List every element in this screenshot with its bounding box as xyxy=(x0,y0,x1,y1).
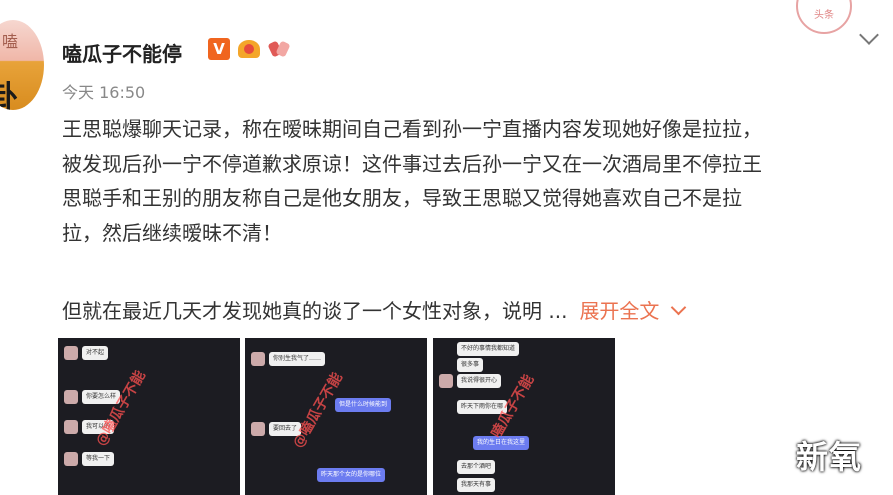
chat-bubble: 不好的事情我都知道 xyxy=(457,342,520,356)
avatar[interactable]: 嗑 卦 xyxy=(0,20,44,110)
chat-avatar xyxy=(251,422,265,436)
chat-screenshot-image-3[interactable]: 不好的事情我都知道 很多事 我说得很开心 昨天下雨你在哪 我的生日在我这里 去那… xyxy=(433,338,615,495)
chat-screenshot-image-2[interactable]: 你别生我气了…… 但是什么时候能到 要回去了 昨天那个女的是你哪位 @嗑瓜子不能 xyxy=(245,338,427,495)
chat-avatar xyxy=(439,374,453,388)
image-watermark: @嗑瓜子不能 xyxy=(92,368,149,449)
chat-bubble: 我那天有事 xyxy=(457,478,496,492)
crown-icon[interactable] xyxy=(236,38,262,60)
post-line: 被发现后孙一宁不停道歉求原谅！这件事过去后孙一宁又在一次酒局里不停拉王 xyxy=(62,151,762,176)
avatar-text-bottom: 卦 xyxy=(0,80,18,110)
post-timestamp[interactable]: 今天 16:50 xyxy=(62,79,145,103)
post-line: 拉，然后继续暧昧不清！ xyxy=(62,220,282,245)
chat-bubble: 等我一下 xyxy=(82,452,115,466)
user-badges: V xyxy=(208,38,291,60)
chat-bubble: 我说得很开心 xyxy=(457,374,502,388)
chat-bubble: 昨天那个女的是你哪位 xyxy=(317,468,386,482)
chat-bubble: 你别生我气了…… xyxy=(269,352,326,366)
post-body: 王思聪爆聊天记录，称在暧昧期间自己看到孙一宁直播内容发现她好像是拉拉， 被发现后… xyxy=(62,112,862,250)
chat-bubble: 对不起 xyxy=(82,346,109,360)
stamp-logo: 头条 xyxy=(796,0,852,34)
chat-avatar xyxy=(251,352,265,366)
post-line: 思聪手和王别的朋友称自己是他女朋友，导致王思聪又觉得她喜欢自己不是拉 xyxy=(62,186,742,210)
post-paragraph-2-text: 但就在最近几天才发现她真的谈了一个女性对象，说明 ... xyxy=(62,299,568,323)
post-paragraph-2: 但就在最近几天才发现她真的谈了一个女性对象，说明 ... 展开全文 xyxy=(62,295,687,324)
expand-full-text-link[interactable]: 展开全文 xyxy=(579,299,659,323)
chat-avatar xyxy=(64,346,78,360)
expand-chevron-icon[interactable] xyxy=(671,299,687,316)
chat-avatar xyxy=(64,420,78,434)
v-badge-icon[interactable]: V xyxy=(208,38,230,60)
chat-bubble: 很多事 xyxy=(457,358,484,372)
bow-icon[interactable] xyxy=(267,38,291,60)
chat-avatar xyxy=(64,390,78,404)
post-line: 王思聪爆聊天记录，称在暧昧期间自己看到孙一宁直播内容发现她好像是拉拉， xyxy=(62,117,762,141)
chat-bubble: 去那个酒吧 xyxy=(457,460,496,474)
corner-watermark-logo: 新氧 xyxy=(796,438,863,476)
username-link[interactable]: 嗑瓜子不能停 xyxy=(62,38,182,67)
avatar-text-top: 嗑 xyxy=(2,32,19,51)
chat-bubble: 但是什么时候能到 xyxy=(335,398,392,412)
chat-screenshot-image-1[interactable]: 对不起 你要怎么样 我可以的 等我一下 @嗑瓜子不能 xyxy=(58,338,240,495)
chat-avatar xyxy=(64,452,78,466)
chevron-down-icon[interactable] xyxy=(859,25,879,45)
